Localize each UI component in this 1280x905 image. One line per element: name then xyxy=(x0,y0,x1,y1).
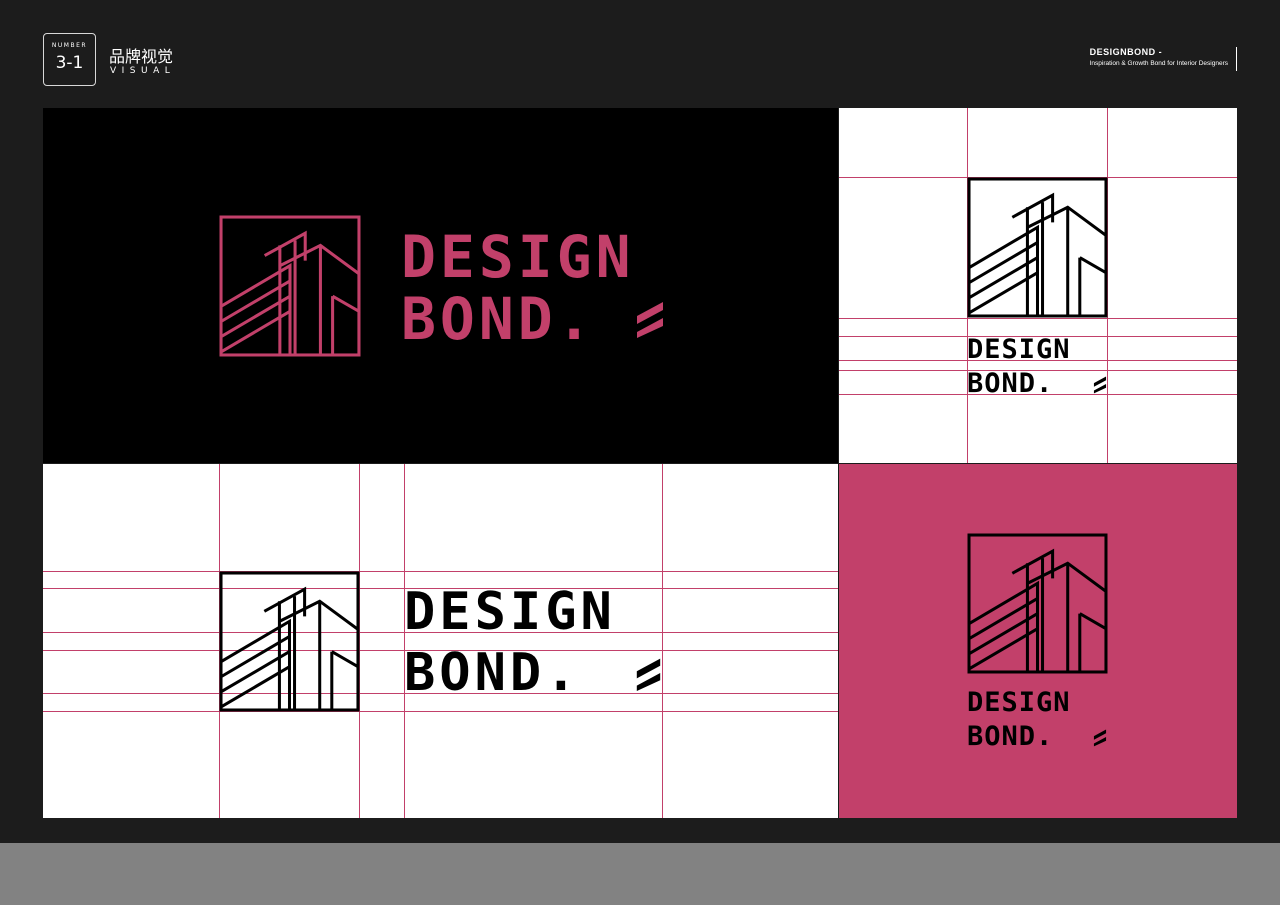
building-mark-icon xyxy=(219,215,361,357)
logo-grid-panel-vertical: DESIGN BOND. xyxy=(839,108,1237,463)
slash-mark-icon xyxy=(637,302,663,338)
logo-word-bond: BOND. xyxy=(404,643,581,703)
logo-word-bond: BOND. xyxy=(401,285,596,353)
slash-mark-icon xyxy=(1093,376,1107,394)
brand-header: DESIGNBOND - Inspiration & Growth Bond f… xyxy=(1090,47,1228,67)
logo-word-bond: BOND. xyxy=(967,721,1054,752)
building-mark-icon xyxy=(219,571,360,712)
section-number-box: NUMBER 3-1 xyxy=(43,33,96,86)
brand-tagline: Inspiration & Growth Bond for Interior D… xyxy=(1089,60,1228,67)
presentation-board: NUMBER 3-1 品牌视觉 VISUAL DESIGNBOND - Insp… xyxy=(0,0,1280,843)
logo-word-design: DESIGN xyxy=(404,582,616,642)
section-title-cn: 品牌视觉 xyxy=(109,47,174,66)
brand-name: DESIGNBOND - xyxy=(1089,47,1163,57)
background-strip xyxy=(0,843,1280,905)
section-title-en: VISUAL xyxy=(110,66,176,76)
building-mark-icon xyxy=(967,533,1108,674)
building-mark-icon xyxy=(967,177,1108,318)
logo-word-design: DESIGN xyxy=(967,334,1071,365)
logo-word-design: DESIGN xyxy=(401,223,635,291)
slash-mark-icon xyxy=(636,658,661,691)
logo-panel-black: DESIGN BOND. xyxy=(43,108,838,463)
logo-grid-panel-horizontal: DESIGN BOND. xyxy=(43,464,838,818)
number-label: NUMBER xyxy=(51,42,88,49)
slash-mark-icon xyxy=(1093,729,1107,747)
number-value: 3-1 xyxy=(55,53,84,73)
logo-panel-pink: DESIGN BOND. xyxy=(839,464,1237,818)
logo-word-bond: BOND. xyxy=(967,368,1054,399)
header-divider xyxy=(1236,47,1237,71)
logo-word-design: DESIGN xyxy=(967,687,1071,718)
